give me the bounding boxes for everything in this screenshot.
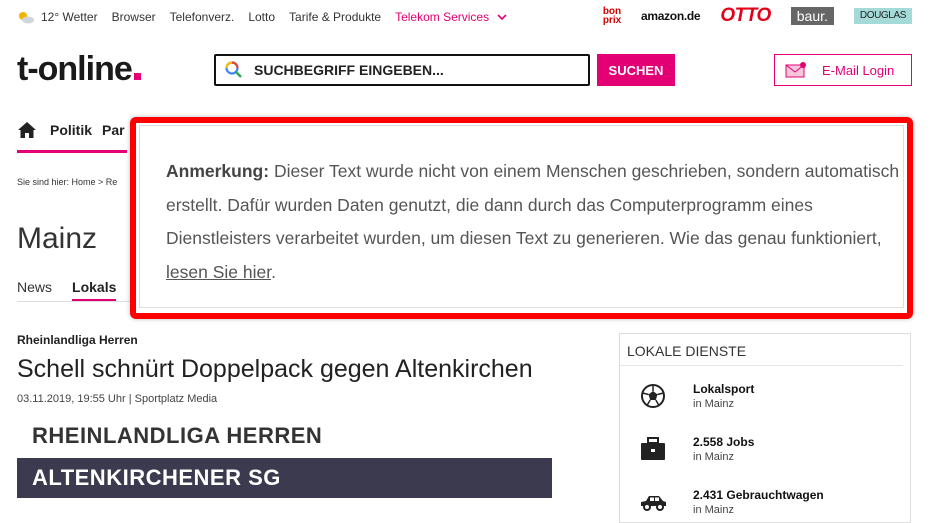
service-text: Lokalsport in Mainz — [693, 382, 754, 410]
article-meta: 03.11.2019, 19:55 Uhr | Sportplatz Media — [17, 393, 218, 405]
otto-logo[interactable]: OTTO — [720, 5, 771, 26]
amazon-logo[interactable]: amazon.de — [641, 6, 701, 26]
service-text: 2.431 Gebrauchtwagen in Mainz — [693, 488, 824, 516]
douglas-logo[interactable]: DOUGLAS — [853, 8, 912, 24]
nav-active-underline — [17, 150, 127, 153]
nav-item-partial[interactable]: Par — [102, 122, 125, 138]
topbar-link-telefonverz[interactable]: Telefonverz. — [170, 10, 235, 24]
article-headline[interactable]: Schell schnürt Doppelpack gegen Altenkir… — [17, 355, 533, 384]
local-services-title: LOKALE DIENSTE — [620, 334, 903, 366]
home-icon[interactable] — [17, 120, 37, 140]
topbar-link-browser[interactable]: Browser — [112, 10, 156, 24]
partner-links: bon prix amazon.de OTTO baur. DOUGLAS — [583, 5, 912, 26]
service-name: 2.558 Jobs — [693, 435, 755, 449]
topbar-link-tarife[interactable]: Tarife & Produkte — [289, 10, 381, 24]
local-services-box: LOKALE DIENSTE Lokalsport in Mainz 2.558… — [619, 333, 911, 523]
team-banner: ALTENKIRCHENER SG — [17, 458, 552, 498]
search-input[interactable] — [254, 62, 554, 78]
service-item-jobs[interactable]: 2.558 Jobs in Mainz — [620, 429, 754, 469]
search-box — [214, 54, 590, 86]
logo-text: t-online — [17, 50, 133, 88]
search-button[interactable]: SUCHEN — [597, 54, 675, 86]
chevron-down-icon — [497, 14, 507, 20]
site-logo[interactable]: t-online — [17, 50, 141, 89]
service-location: in Mainz — [693, 451, 734, 463]
service-item-gebrauchtwagen[interactable]: 2.431 Gebrauchtwagen in Mainz — [620, 482, 824, 522]
notice-end: . — [271, 261, 276, 282]
email-login-button[interactable]: E-Mail Login — [774, 54, 912, 86]
breadcrumb: Sie sind hier: Home > Re — [17, 177, 118, 187]
baur-logo[interactable]: baur. — [790, 7, 834, 25]
bonprix-logo[interactable]: bon prix — [603, 6, 621, 26]
article-kicker: Rheinlandliga Herren — [17, 333, 138, 347]
football-icon — [641, 384, 665, 408]
service-text: 2.558 Jobs in Mainz — [693, 435, 754, 463]
notice-label: Anmerkung: — [166, 161, 270, 181]
read-more-link[interactable]: lesen Sie hier — [166, 262, 271, 282]
section-tabs: News Lokals — [17, 279, 136, 302]
league-heading: RHEINLANDLIGA HERREN — [32, 423, 323, 448]
telekom-services-label: Telekom Services — [395, 10, 490, 24]
mail-icon — [785, 62, 806, 78]
telekom-services-menu[interactable]: Telekom Services — [395, 10, 507, 24]
service-location: in Mainz — [693, 504, 734, 516]
search-icon — [225, 61, 242, 78]
car-icon — [641, 496, 666, 511]
service-item-lokalsport[interactable]: Lokalsport in Mainz — [620, 376, 754, 416]
automated-text-notice: Anmerkung: Dieser Text wurde nicht von e… — [130, 117, 913, 319]
main-nav: Politik Par — [17, 120, 135, 140]
tab-lokalsport[interactable]: Lokals — [72, 279, 117, 302]
topbar-link-lotto[interactable]: Lotto — [248, 10, 275, 24]
service-location: in Mainz — [693, 398, 734, 410]
page-title: Mainz — [17, 222, 98, 255]
notice-content: Anmerkung: Dieser Text wurde nicht von e… — [139, 125, 904, 308]
weather-icon — [19, 12, 34, 24]
nav-item-politik[interactable]: Politik — [50, 122, 92, 138]
weather-label: 12° Wetter — [41, 10, 98, 24]
briefcase-icon — [641, 437, 665, 460]
notice-text: Dieser Text wurde nicht von einem Mensch… — [166, 161, 900, 248]
tab-news[interactable]: News — [17, 279, 52, 302]
weather-link[interactable]: 12° Wetter — [17, 10, 98, 24]
email-login-label: E-Mail Login — [822, 62, 895, 78]
top-bar: 12° Wetter Browser Telefonverz. Lotto Ta… — [0, 0, 930, 34]
service-name: Lokalsport — [693, 382, 755, 396]
service-name: 2.431 Gebrauchtwagen — [693, 488, 824, 502]
logo-dot — [133, 73, 141, 80]
